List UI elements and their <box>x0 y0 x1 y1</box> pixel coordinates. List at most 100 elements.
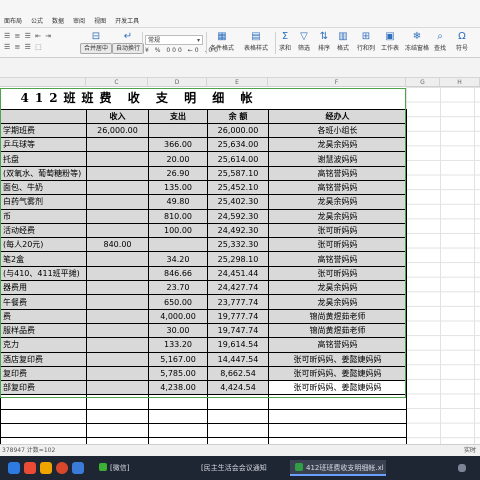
cell-income[interactable] <box>86 137 149 153</box>
column-header-g[interactable]: G <box>406 78 440 87</box>
cell-income[interactable] <box>86 265 149 282</box>
sheet-title[interactable]: 412班班费 收 支 明 细 帐 <box>0 87 407 110</box>
cell-balance[interactable]: 26,000.00 <box>207 122 269 139</box>
cell-handler[interactable]: 龙昊余妈妈 <box>268 208 407 224</box>
filter-button[interactable]: ▽ 筛选 <box>298 31 310 52</box>
cell-expense[interactable]: 366.00 <box>148 137 208 153</box>
empty-cell[interactable] <box>86 394 149 410</box>
number-format-select[interactable]: 常规 <box>145 35 203 45</box>
cell-handler[interactable]: 张可昕妈妈、姜懿婕妈妈 <box>268 380 407 396</box>
cell-item[interactable]: 器费用 <box>0 280 87 296</box>
cell-handler[interactable]: 龙昊余妈妈 <box>268 280 407 296</box>
cell-balance[interactable]: 8,662.54 <box>207 365 269 382</box>
cell-expense[interactable]: 135.00 <box>148 179 208 196</box>
header-handler[interactable]: 经办人 <box>268 108 407 124</box>
cell-balance[interactable]: 24,451.44 <box>207 265 269 282</box>
find-button[interactable]: ⌕ 查找 <box>434 31 446 52</box>
cell-expense[interactable]: 34.20 <box>148 251 208 267</box>
cell-income[interactable] <box>86 337 149 353</box>
cell-handler[interactable]: 高铭誉妈妈 <box>268 337 407 353</box>
symbol-button[interactable]: Ω 符号 <box>456 31 468 52</box>
cell-balance[interactable]: 25,332.30 <box>207 237 269 253</box>
empty-cells[interactable] <box>406 87 480 444</box>
cell-income[interactable] <box>86 222 149 239</box>
table-style-button[interactable]: ▤ 表格样式 <box>244 31 268 52</box>
cell-expense[interactable]: 20.00 <box>148 151 208 167</box>
cell-expense[interactable]: 100.00 <box>148 222 208 239</box>
app-icon-blue[interactable] <box>72 462 84 474</box>
cell-balance[interactable]: 25,587.10 <box>207 165 269 181</box>
cell-handler[interactable]: 龙昊余妈妈 <box>268 137 407 153</box>
cell-balance[interactable]: 24,427.74 <box>207 280 269 296</box>
cell-handler[interactable]: 张可昕妈妈 <box>268 265 407 282</box>
cell-income[interactable] <box>86 322 149 339</box>
conditional-format-button[interactable]: ▦ 条件格式 <box>210 31 234 52</box>
cell-balance[interactable]: 4,424.54 <box>207 380 269 396</box>
cell-item[interactable]: 币 <box>0 208 87 224</box>
cell-handler[interactable]: 锦尚黄煜茹老师 <box>268 322 407 339</box>
cell-item[interactable]: 酒店复印费 <box>0 351 87 367</box>
sum-button[interactable]: Σ 求和 <box>279 31 291 52</box>
cell-balance[interactable]: 25,402.30 <box>207 194 269 210</box>
folder-icon[interactable] <box>40 462 52 474</box>
header-income[interactable]: 收入 <box>86 108 149 124</box>
empty-cell[interactable] <box>86 423 149 439</box>
cell-income[interactable] <box>86 251 149 267</box>
alignment-icons[interactable]: ☰ ≡ ☰ ⇤ ⇥ ☰ ≡ ☰ ⬚ <box>4 31 52 53</box>
cell-expense[interactable]: 133.20 <box>148 337 208 353</box>
cell-item[interactable]: 午餐费 <box>0 294 87 310</box>
taskbar-spreadsheet[interactable]: 412班班费收支明细帐.xl <box>290 460 386 476</box>
cell-expense[interactable]: 4,238.00 <box>148 380 208 396</box>
column-header-h[interactable]: H <box>440 78 480 87</box>
empty-cell[interactable] <box>0 408 87 425</box>
worksheet-button[interactable]: ▣ 工作表 <box>381 31 399 52</box>
cell-income[interactable] <box>86 308 149 324</box>
cell-item[interactable]: (双氧水、葡萄糖粉等) <box>0 165 87 181</box>
number-format-icons[interactable]: ¥ % 000 ←0 .00 <box>145 47 220 54</box>
cell-handler[interactable]: 锦尚黄煜茹老师 <box>268 308 407 324</box>
cell-handler[interactable]: 张可昕妈妈 <box>268 222 407 239</box>
cell-income[interactable]: 840.00 <box>86 237 149 253</box>
cell-handler[interactable]: 张可昕妈妈、姜懿婕妈妈 <box>268 351 407 367</box>
app-icon-red[interactable] <box>24 462 36 474</box>
cell-expense[interactable]: 5,167.00 <box>148 351 208 367</box>
tab-formulas[interactable]: 公式 <box>31 16 43 25</box>
empty-cell[interactable] <box>207 423 269 439</box>
status-right[interactable]: 实时 <box>464 445 476 456</box>
cell-expense[interactable]: 810.00 <box>148 208 208 224</box>
cell-item[interactable]: 面包、牛奶 <box>0 179 87 196</box>
cell-expense[interactable]: 49.80 <box>148 194 208 210</box>
cell-income[interactable] <box>86 151 149 167</box>
cell-expense[interactable]: 650.00 <box>148 294 208 310</box>
tab-review[interactable]: 审阅 <box>73 16 85 25</box>
cell-item[interactable]: 费 <box>0 308 87 324</box>
cell-item[interactable]: (每人20元) <box>0 237 87 253</box>
cell-income[interactable] <box>86 294 149 310</box>
empty-cell[interactable] <box>148 394 208 410</box>
row-col-button[interactable]: ⊞ 行和列 <box>357 31 375 52</box>
cell-income[interactable] <box>86 380 149 396</box>
empty-cell[interactable] <box>86 408 149 425</box>
taskbar-document[interactable]: [民主生活会会议通知 <box>196 460 272 476</box>
cell-item[interactable]: 托盘 <box>0 151 87 167</box>
empty-cell[interactable] <box>268 423 407 439</box>
taskbar-wechat[interactable]: [微信] <box>94 460 134 476</box>
cell-item[interactable]: 服样品费 <box>0 322 87 339</box>
merge-center-button[interactable]: ⊟ 合并居中 <box>80 31 113 54</box>
cell-expense[interactable] <box>148 122 208 139</box>
tab-view[interactable]: 视图 <box>94 16 106 25</box>
empty-cell[interactable] <box>0 423 87 439</box>
cell-item[interactable]: 乒乓球等 <box>0 137 87 153</box>
cell-handler[interactable]: 谢慧波妈妈 <box>268 151 407 167</box>
empty-cell[interactable] <box>148 423 208 439</box>
cell-income[interactable]: 26,000.00 <box>86 122 149 139</box>
empty-cell[interactable] <box>207 408 269 425</box>
cell-balance[interactable]: 19,747.74 <box>207 322 269 339</box>
cell-income[interactable] <box>86 194 149 210</box>
header-item[interactable] <box>0 108 87 124</box>
freeze-panes-button[interactable]: ❄ 冻结窗格 <box>405 31 429 52</box>
cell-handler[interactable]: 张可昕妈妈、姜懿婕妈妈 <box>268 365 407 382</box>
cell-expense[interactable]: 4,000.00 <box>148 308 208 324</box>
cell-handler[interactable]: 张可昕妈妈 <box>268 237 407 253</box>
cell-expense[interactable]: 26.90 <box>148 165 208 181</box>
